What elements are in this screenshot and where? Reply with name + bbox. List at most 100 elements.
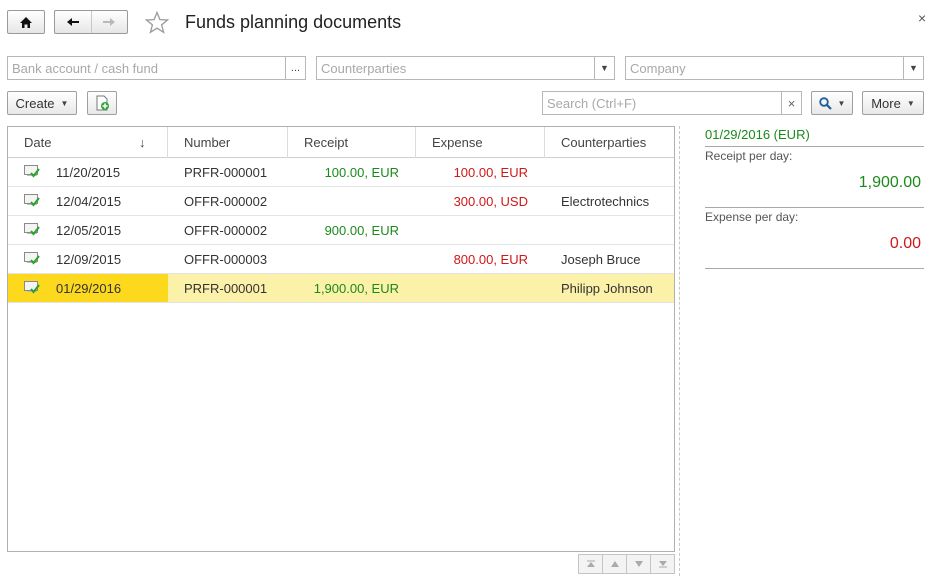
sort-arrow-icon: ↓ xyxy=(139,135,146,150)
divider xyxy=(705,146,924,147)
posted-document-icon xyxy=(24,252,40,265)
cell-date: 12/04/2015 xyxy=(56,193,122,209)
search-options-button[interactable]: ▼ xyxy=(811,91,853,115)
history-nav xyxy=(54,10,128,34)
list-navigation xyxy=(578,554,675,574)
cell-receipt xyxy=(288,245,399,273)
home-button[interactable] xyxy=(7,10,45,34)
cell-expense xyxy=(416,216,528,244)
clear-icon: × xyxy=(787,95,796,111)
table-row[interactable]: 12/05/2015 OFFR-000002 900.00, EUR xyxy=(8,216,674,245)
cell-expense xyxy=(416,274,528,302)
scroll-first-button[interactable] xyxy=(578,554,603,574)
divider xyxy=(705,207,924,208)
counterparties-dropdown-button[interactable]: ▼ xyxy=(594,57,614,79)
back-button[interactable] xyxy=(55,11,91,33)
search-icon xyxy=(818,96,832,110)
company-input[interactable] xyxy=(626,57,903,79)
cell-counterparty: Electrotechnics xyxy=(561,193,650,209)
last-icon xyxy=(658,561,667,568)
table-row[interactable]: 11/20/2015 PRFR-000001 100.00, EUR 100.0… xyxy=(8,158,674,187)
arrow-right-icon xyxy=(103,18,116,26)
add-document-icon xyxy=(96,95,109,111)
cell-receipt xyxy=(288,187,399,215)
more-button[interactable]: More ▼ xyxy=(862,91,924,115)
clear-search-button[interactable]: × xyxy=(781,92,801,114)
column-header-receipt[interactable]: Receipt xyxy=(288,127,416,158)
chevron-down-icon: ▼ xyxy=(60,98,69,108)
expense-per-day-value: 0.00 xyxy=(889,235,921,252)
cell-expense: 100.00, EUR xyxy=(453,164,528,180)
first-icon xyxy=(586,560,595,567)
column-label: Number xyxy=(184,135,231,150)
bank-account-field: ... xyxy=(7,56,306,80)
side-date-currency: 01/29/2016 (EUR) xyxy=(705,127,810,142)
documents-table: Date ↓ Number Receipt Expense Counterpar… xyxy=(7,126,675,552)
bank-account-select-button[interactable]: ... xyxy=(285,57,305,79)
counterparties-input[interactable] xyxy=(317,57,594,79)
search-input[interactable] xyxy=(543,92,781,114)
cell-date: 12/09/2015 xyxy=(56,251,122,267)
scroll-down-button[interactable] xyxy=(626,554,651,574)
cell-date: 12/05/2015 xyxy=(56,222,122,238)
cell-expense: 300.00, USD xyxy=(453,193,528,209)
cell-receipt: 900.00, EUR xyxy=(324,222,399,238)
scroll-last-button[interactable] xyxy=(650,554,675,574)
cell-number: PRFR-000001 xyxy=(184,164,268,180)
home-icon xyxy=(20,16,32,28)
receipt-per-day-label: Receipt per day: xyxy=(705,149,793,163)
counterparties-field: ▼ xyxy=(316,56,615,80)
bank-account-input[interactable] xyxy=(8,57,285,79)
create-button[interactable]: Create ▼ xyxy=(7,91,77,115)
arrow-left-icon xyxy=(66,18,79,26)
arrow-up-icon xyxy=(610,561,619,567)
chevron-down-icon: ▼ xyxy=(837,98,846,108)
more-label: More xyxy=(871,95,901,111)
column-label: Expense xyxy=(432,135,483,150)
cell-date: 01/29/2016 xyxy=(56,280,122,296)
cell-counterparty: Philipp Johnson xyxy=(561,280,653,296)
cell-number: OFFR-000002 xyxy=(184,222,268,238)
posted-document-icon xyxy=(24,165,40,178)
cell-number: OFFR-000002 xyxy=(184,193,268,209)
company-dropdown-button[interactable]: ▼ xyxy=(903,57,923,79)
panel-splitter[interactable] xyxy=(679,126,680,576)
column-label: Date xyxy=(24,135,52,150)
create-copy-button[interactable] xyxy=(87,91,117,115)
column-label: Counterparties xyxy=(561,135,647,150)
table-header: Date ↓ Number Receipt Expense Counterpar… xyxy=(8,127,674,158)
posted-document-icon xyxy=(24,281,40,294)
posted-document-icon xyxy=(24,223,40,236)
cell-number: PRFR-000001 xyxy=(184,280,268,296)
column-header-counterparties[interactable]: Counterparties xyxy=(545,127,674,158)
chevron-down-icon: ▼ xyxy=(600,63,609,73)
column-label: Receipt xyxy=(304,135,349,150)
column-header-number[interactable]: Number xyxy=(168,127,288,158)
arrow-down-icon xyxy=(634,561,643,567)
cell-counterparty: Joseph Bruce xyxy=(561,251,641,267)
company-field: ▼ xyxy=(625,56,924,80)
cell-date: 11/20/2015 xyxy=(56,164,121,180)
cell-receipt: 1,900.00, EUR xyxy=(313,280,399,296)
chevron-down-icon: ▼ xyxy=(909,63,918,73)
star-icon[interactable] xyxy=(145,11,169,34)
table-row[interactable]: 12/04/2015 OFFR-000002 300.00, USD Elect… xyxy=(8,187,674,216)
table-row-selected[interactable]: 01/29/2016 PRFR-000001 1,900.00, EUR Phi… xyxy=(8,274,674,303)
search-field: × xyxy=(542,91,802,115)
forward-button[interactable] xyxy=(90,11,128,33)
close-icon[interactable]: × xyxy=(918,10,926,26)
create-label: Create xyxy=(15,95,55,111)
chevron-down-icon: ▼ xyxy=(906,98,915,108)
expense-per-day-label: Expense per day: xyxy=(705,210,799,224)
divider xyxy=(705,268,924,269)
cell-expense: 800.00, EUR xyxy=(453,251,528,267)
table-row[interactable]: 12/09/2015 OFFR-000003 800.00, EUR Josep… xyxy=(8,245,674,274)
column-header-expense[interactable]: Expense xyxy=(416,127,545,158)
ellipsis-label: ... xyxy=(290,62,301,74)
page-title: Funds planning documents xyxy=(185,12,402,32)
cell-receipt: 100.00, EUR xyxy=(324,164,399,180)
scroll-up-button[interactable] xyxy=(602,554,627,574)
cell-number: OFFR-000003 xyxy=(184,251,268,267)
posted-document-icon xyxy=(24,194,40,207)
column-header-date[interactable]: Date ↓ xyxy=(8,127,168,158)
